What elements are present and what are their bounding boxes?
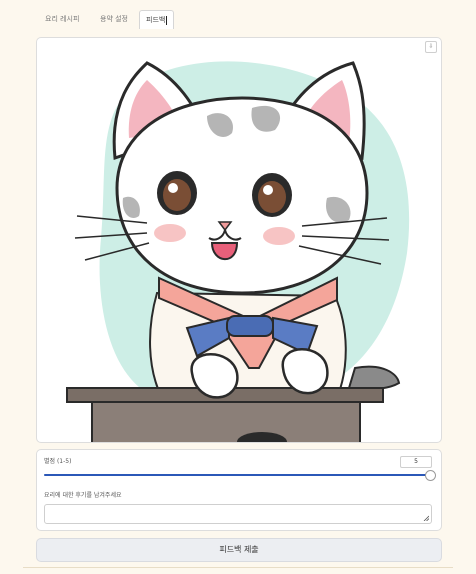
tab-feedback-label: 피드백 bbox=[146, 16, 166, 24]
score-number-input[interactable]: 5 bbox=[400, 456, 432, 468]
slider-thumb[interactable] bbox=[425, 470, 436, 481]
resize-grip-icon[interactable] bbox=[423, 515, 429, 521]
score-slider[interactable] bbox=[44, 470, 436, 481]
review-label: 요리에 대한 후기를 남겨주세요 bbox=[44, 492, 122, 499]
app-frame: 요리 레시피 용약 설정 피드백 ⇩ 별점 (1-5) 5 요리에 대한 후기를… bbox=[23, 0, 453, 568]
tab-recipe[interactable]: 요리 레시피 bbox=[39, 10, 85, 28]
review-textarea[interactable] bbox=[44, 504, 432, 524]
download-icon[interactable]: ⇩ bbox=[425, 41, 437, 53]
feedback-form: 별점 (1-5) 5 요리에 대한 후기를 남겨주세요 bbox=[36, 449, 442, 531]
output-image: ⇩ bbox=[36, 37, 442, 443]
cat-illustration bbox=[66, 61, 410, 442]
submit-feedback-button[interactable]: 피드백 제출 bbox=[36, 538, 442, 562]
tab-settings[interactable]: 용약 설정 bbox=[94, 10, 134, 28]
text-cursor bbox=[166, 15, 168, 25]
tab-bar: 요리 레시피 용약 설정 피드백 bbox=[23, 10, 453, 30]
tab-feedback[interactable]: 피드백 bbox=[139, 10, 175, 29]
slider-fill bbox=[44, 474, 430, 476]
score-label: 별점 (1-5) bbox=[44, 458, 72, 465]
